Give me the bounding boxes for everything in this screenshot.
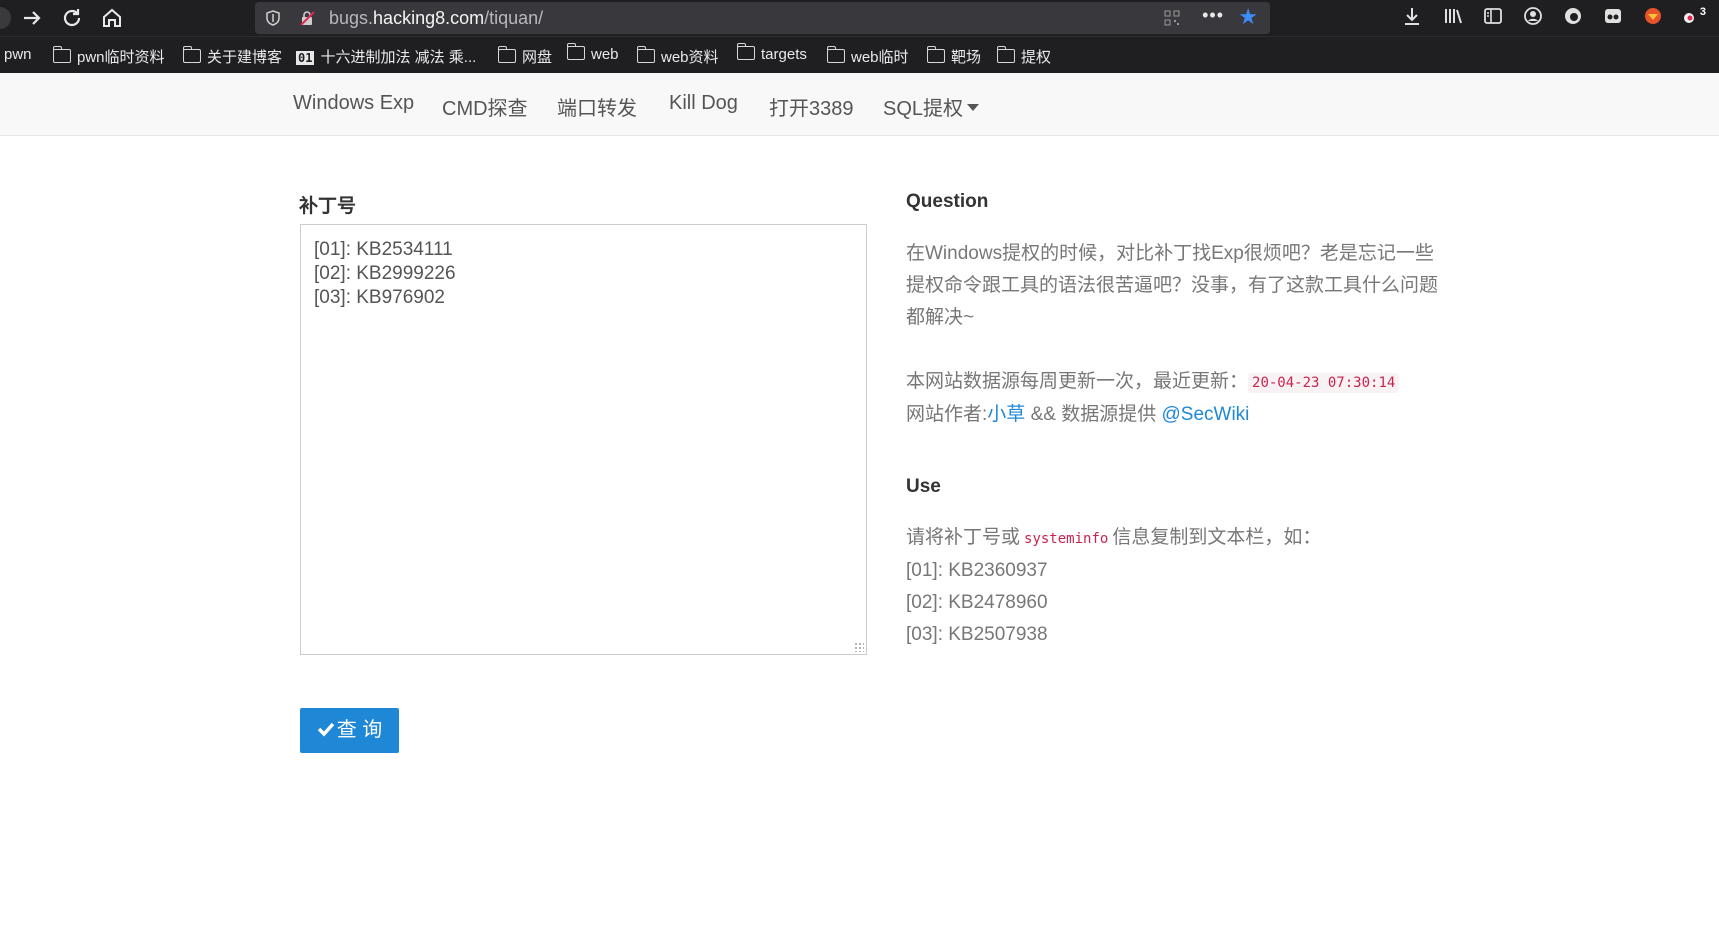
update-prefix: 本网站数据源每周更新一次，最近更新： bbox=[906, 371, 1249, 392]
bookmark-label: web bbox=[591, 46, 619, 63]
bookmark-label: targets bbox=[761, 46, 807, 63]
folder-icon bbox=[926, 46, 945, 63]
url-host: hacking8.com bbox=[373, 8, 485, 28]
library-icon[interactable] bbox=[1441, 6, 1465, 30]
reload-icon bbox=[63, 9, 81, 27]
extension-badge-count: 3 bbox=[1699, 6, 1706, 18]
folder-icon bbox=[736, 43, 755, 60]
use-intro-code: systeminfo bbox=[1024, 531, 1109, 547]
author-prefix: 网站作者: bbox=[906, 404, 988, 425]
page-actions-menu[interactable]: ••• bbox=[1202, 5, 1224, 26]
source-prefix: && 数据源提供 bbox=[1025, 404, 1162, 425]
forward-button[interactable] bbox=[18, 6, 46, 30]
question-text: 在Windows提权的时候，对比补丁找Exp很烦吧？老是忘记一些 提权命令跟工具… bbox=[906, 238, 1476, 334]
bookmark-folder[interactable]: web临时 bbox=[826, 46, 909, 67]
nav-sql-label: SQL提权 bbox=[883, 98, 964, 120]
bookmark-folder[interactable]: 网盘 bbox=[497, 46, 553, 67]
forward-arrow-icon bbox=[24, 11, 41, 25]
bookmark-folder[interactable]: web bbox=[566, 43, 619, 63]
home-button[interactable] bbox=[98, 6, 126, 30]
bookmark-folder[interactable]: web资料 bbox=[636, 46, 719, 67]
bookmark-label: 网盘 bbox=[522, 49, 553, 66]
patch-textarea[interactable]: [01]: KB2534111 [02]: KB2999226 [03]: KB… bbox=[300, 224, 867, 655]
nav-port-forward[interactable]: 端口转发 bbox=[557, 92, 637, 121]
reload-button[interactable] bbox=[58, 6, 86, 30]
bookmark-pwn[interactable]: pwn bbox=[4, 46, 32, 63]
caret-down-icon bbox=[967, 104, 980, 111]
bookmark-label: web资料 bbox=[661, 49, 719, 66]
extension-fox-icon[interactable] bbox=[1641, 6, 1665, 30]
bookmark-label: 靶场 bbox=[951, 49, 982, 66]
query-button-label: 查 询 bbox=[336, 719, 383, 741]
folder-icon bbox=[636, 46, 655, 63]
bookmark-label: 十六进制加法 减法 乘... bbox=[320, 49, 477, 66]
bookmark-label: pwn bbox=[4, 46, 32, 63]
question-line: 提权命令跟工具的语法很苦逼吧？没事，有了这款工具什么问题 bbox=[906, 275, 1439, 296]
sidebar-icon[interactable] bbox=[1481, 6, 1505, 30]
extension-badge-icon[interactable]: 3 bbox=[1680, 6, 1706, 30]
bookmark-folder[interactable]: 提权 bbox=[996, 46, 1052, 67]
back-button[interactable] bbox=[0, 6, 14, 30]
home-icon bbox=[103, 8, 121, 27]
url-host-prefix: bugs. bbox=[329, 8, 374, 28]
folder-icon bbox=[497, 46, 516, 63]
bookmark-folder[interactable]: pwn临时资料 bbox=[52, 46, 165, 67]
url-path: /tiquan/ bbox=[484, 8, 544, 28]
author-link[interactable]: 小草 bbox=[987, 404, 1025, 425]
extension-mask-icon[interactable] bbox=[1601, 6, 1625, 30]
patch-line: [02]: KB2999226 bbox=[314, 263, 456, 284]
qr-code-icon[interactable] bbox=[1164, 10, 1180, 26]
bookmark-label: 关于建博客 bbox=[207, 49, 283, 66]
update-info: 本网站数据源每周更新一次，最近更新： 20-04-23 07:30:14 网站作者… bbox=[906, 366, 1476, 431]
patch-label: 补丁号 bbox=[299, 196, 357, 217]
bookmark-folder[interactable]: targets bbox=[736, 43, 807, 63]
bookmark-folder[interactable]: 关于建博客 bbox=[182, 46, 283, 67]
use-example-line: [02]: KB2478960 bbox=[906, 592, 1048, 613]
use-example-line: [01]: KB2360937 bbox=[906, 560, 1048, 581]
nav-open-3389[interactable]: 打开3389 bbox=[769, 92, 854, 121]
url-text[interactable]: bugs.hacking8.com/tiquan/ bbox=[329, 8, 543, 29]
shield-icon[interactable] bbox=[265, 10, 281, 26]
question-line: 在Windows提权的时候，对比补丁找Exp很烦吧？老是忘记一些 bbox=[906, 243, 1434, 264]
nav-sql-dropdown[interactable]: SQL提权 bbox=[883, 92, 980, 121]
patch-line: [01]: KB2534111 bbox=[314, 239, 453, 260]
bookmarks-bar: pwn pwn临时资料 关于建博客 01 十六进制加法 减法 乘... 网盘 we… bbox=[0, 36, 1719, 73]
account-icon[interactable] bbox=[1521, 6, 1545, 30]
question-heading: Question bbox=[906, 191, 989, 212]
bookmark-label: web临时 bbox=[851, 49, 909, 66]
download-icon[interactable] bbox=[1400, 6, 1424, 30]
secwiki-link[interactable]: @SecWiki bbox=[1161, 404, 1249, 425]
check-icon bbox=[317, 722, 334, 737]
bookmark-label: 提权 bbox=[1021, 49, 1052, 66]
resize-handle[interactable] bbox=[854, 642, 864, 652]
question-line: 都解决~ bbox=[906, 307, 975, 328]
url-bar[interactable]: bugs.hacking8.com/tiquan/ ••• ★ bbox=[255, 2, 1270, 34]
nav-kill-dog[interactable]: Kill Dog bbox=[669, 92, 738, 115]
bookmark-star-icon[interactable]: ★ bbox=[1238, 4, 1258, 30]
query-button[interactable]: 查 询 bbox=[300, 708, 399, 753]
browser-toolbar: bugs.hacking8.com/tiquan/ ••• ★ 3 bbox=[0, 0, 1719, 36]
site-navbar: Windows Exp CMD探查 端口转发 Kill Dog 打开3389 S… bbox=[0, 73, 1719, 136]
nav-cmd[interactable]: CMD探查 bbox=[442, 92, 528, 121]
folder-icon bbox=[996, 46, 1015, 63]
back-icon bbox=[0, 7, 11, 29]
extension-edge-icon[interactable] bbox=[1561, 6, 1585, 30]
nav-windows-exp[interactable]: Windows Exp bbox=[293, 92, 414, 115]
bookmark-link[interactable]: 01 十六进制加法 减法 乘... bbox=[296, 46, 476, 67]
folder-icon bbox=[826, 46, 845, 63]
use-text: 请将补丁号或 systeminfo 信息复制到文本栏，如： [01]: KB2360… bbox=[906, 522, 1476, 651]
site-favicon: 01 bbox=[296, 51, 315, 65]
bookmark-folder[interactable]: 靶场 bbox=[926, 46, 982, 67]
bookmark-label: pwn临时资料 bbox=[77, 49, 165, 66]
folder-icon bbox=[52, 46, 71, 63]
update-time: 20-04-23 07:30:14 bbox=[1248, 373, 1400, 393]
patch-line: [03]: KB976902 bbox=[314, 287, 445, 308]
use-intro-suffix: 信息复制到文本栏，如： bbox=[1112, 527, 1322, 548]
insecure-lock-icon[interactable] bbox=[299, 10, 315, 26]
use-example-line: [03]: KB2507938 bbox=[906, 624, 1048, 645]
folder-icon bbox=[566, 43, 585, 60]
use-intro-prefix: 请将补丁号或 bbox=[906, 527, 1021, 548]
use-heading: Use bbox=[906, 476, 941, 497]
folder-icon bbox=[182, 46, 201, 63]
